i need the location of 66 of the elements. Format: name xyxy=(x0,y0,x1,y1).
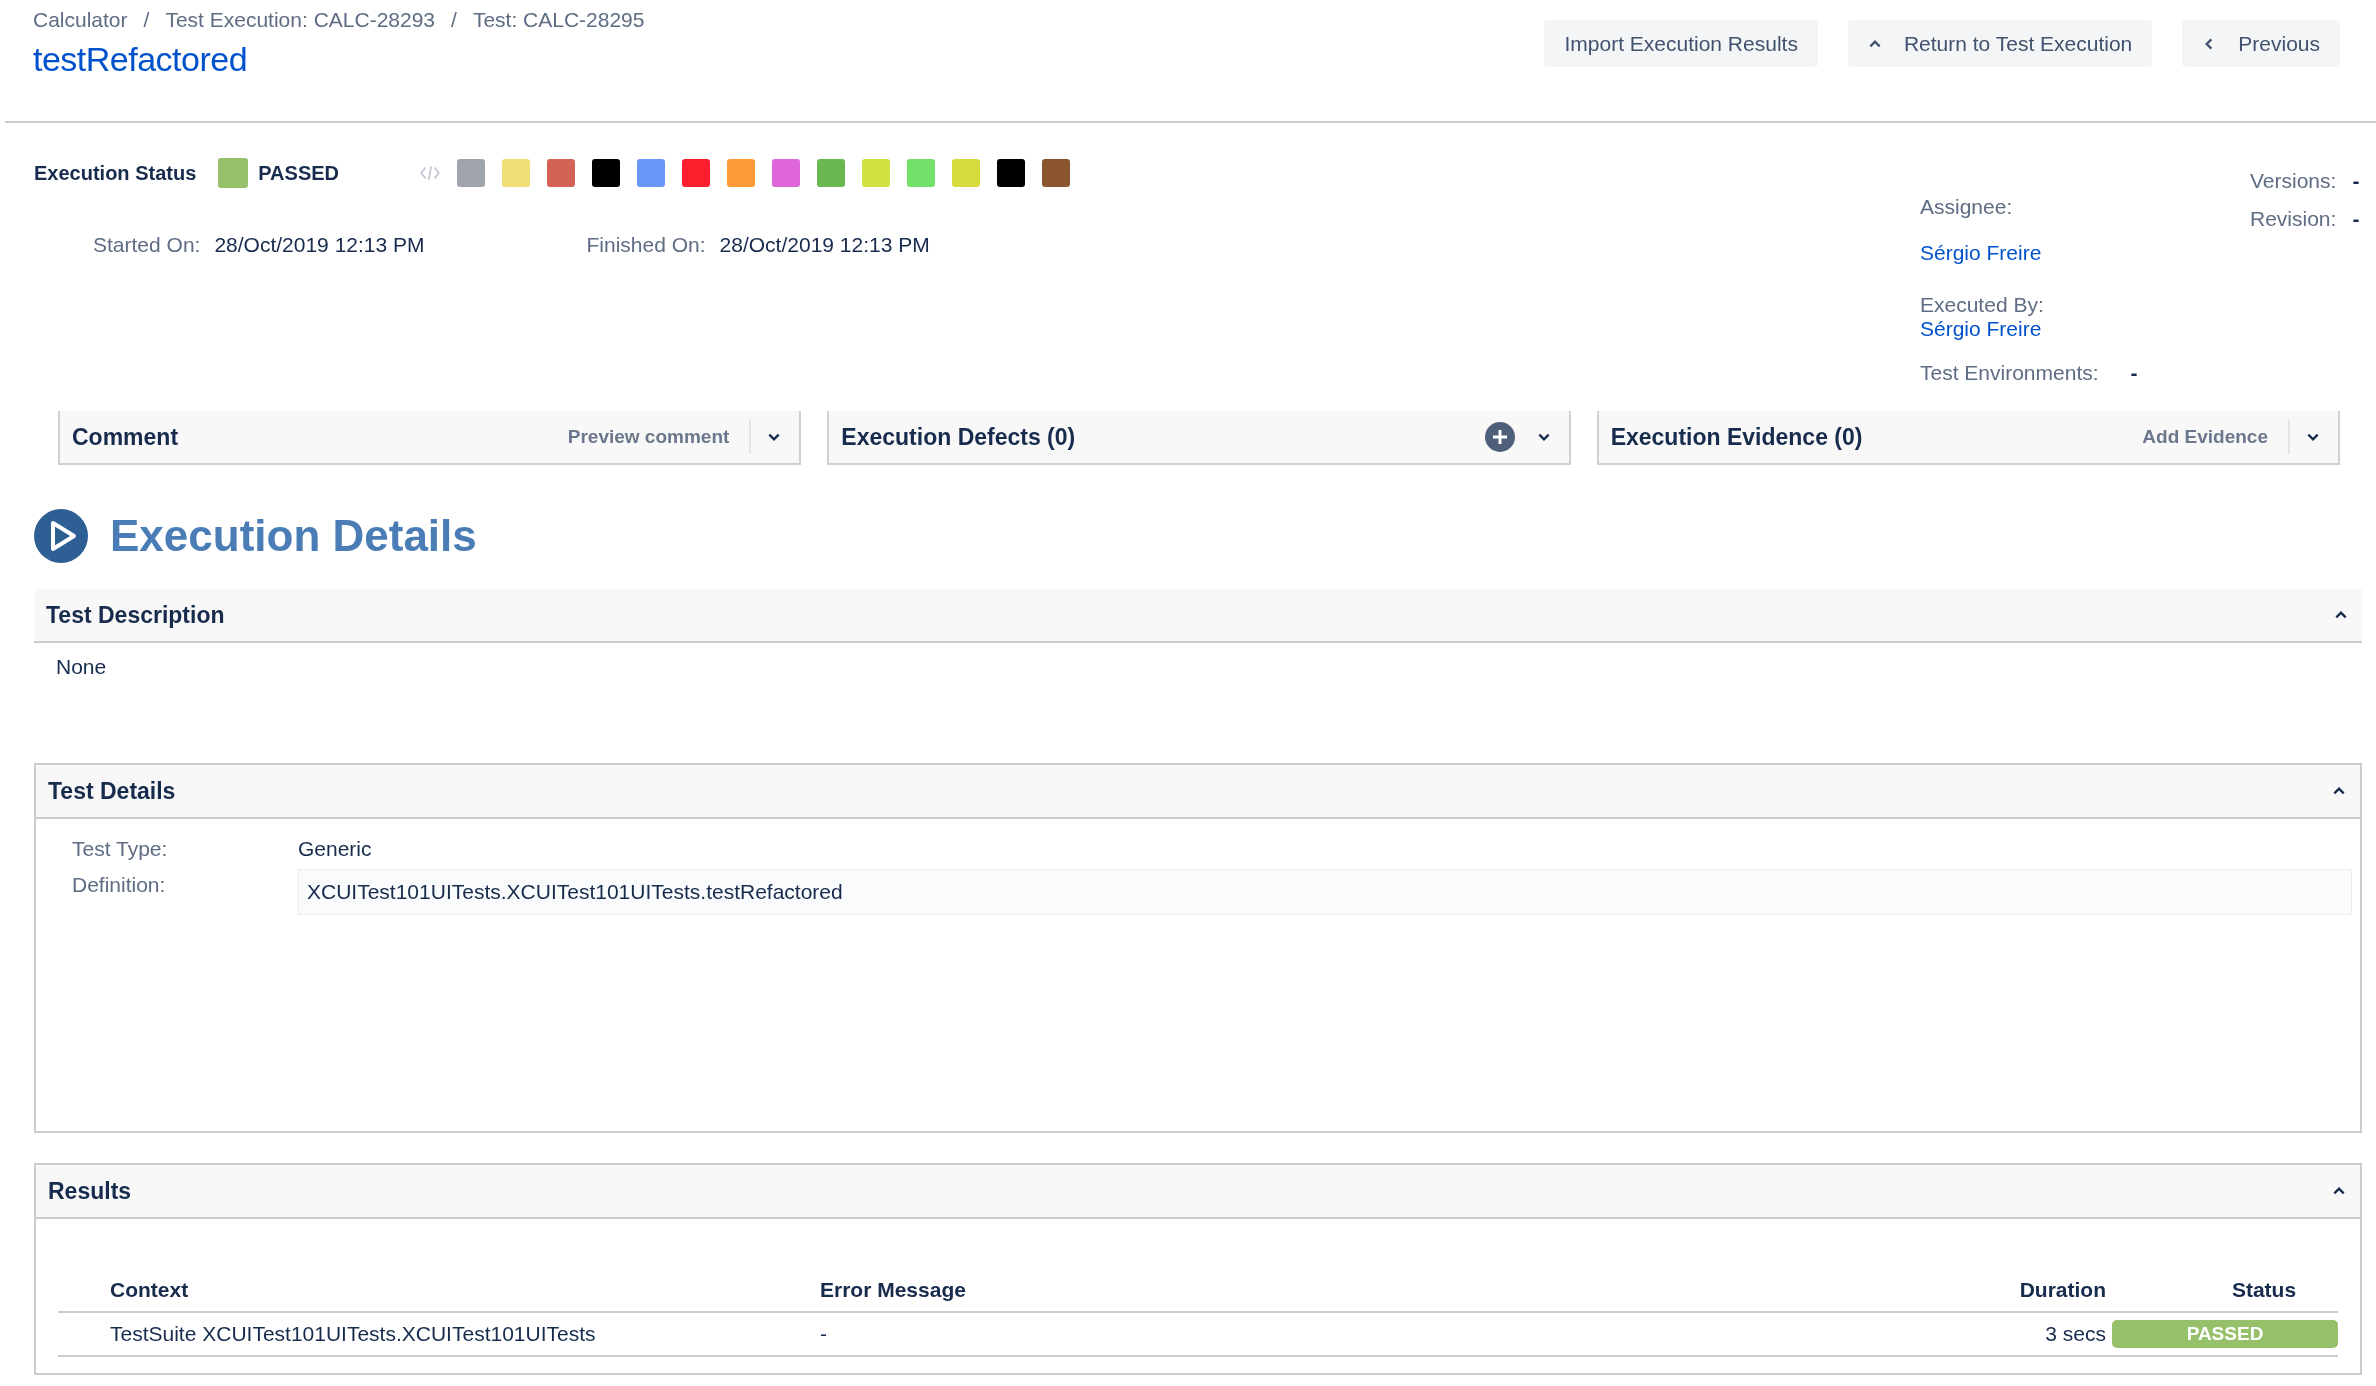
color-swatch[interactable] xyxy=(592,159,621,187)
executed-by-label: Executed By: xyxy=(1920,293,2045,317)
breadcrumb-separator: / xyxy=(451,8,457,32)
panel-action-link[interactable]: Preview comment xyxy=(567,426,730,448)
color-swatch[interactable] xyxy=(997,159,1026,187)
panel-title: Execution Defects (0) xyxy=(841,423,1077,451)
status-badge: PASSED xyxy=(2112,1320,2338,1348)
color-swatch[interactable] xyxy=(862,159,891,187)
color-swatch[interactable] xyxy=(637,159,666,187)
field-value: Generic xyxy=(298,836,372,861)
test-environments-label: Test Environments: xyxy=(1920,361,2099,385)
color-swatch[interactable] xyxy=(727,159,756,187)
section-header[interactable]: Test Details xyxy=(36,765,2360,819)
section-header-title: Results xyxy=(48,1177,133,1205)
execution-status-label: Execution Status xyxy=(34,161,197,185)
finished-value: 28/Oct/2019 12:13 PM xyxy=(719,233,930,257)
breadcrumb-separator: / xyxy=(143,8,150,32)
started-label: Started On: xyxy=(93,233,201,257)
color-swatch[interactable] xyxy=(457,159,486,187)
section-header[interactable]: Results xyxy=(36,1165,2360,1219)
header-button[interactable]: Previous xyxy=(2182,20,2340,67)
table-cell-text: TestSuite XCUITest101UITests.XCUITest101UITests xyxy=(109,1322,597,1346)
color-swatch[interactable] xyxy=(817,159,846,187)
table-cell-text: 3 secs xyxy=(2044,1322,2107,1346)
header-button[interactable]: Return to Test Execution xyxy=(1847,20,2153,67)
play-icon xyxy=(34,509,88,563)
versions-label: Versions: xyxy=(2250,169,2337,193)
breadcrumb-link[interactable]: Test Execution: CALC-28293 xyxy=(165,8,436,32)
field-label: Definition: xyxy=(72,872,167,897)
executed-by-link[interactable]: Sérgio Freire xyxy=(1920,317,2250,341)
add-icon[interactable] xyxy=(1484,422,1515,452)
column-header: Context xyxy=(109,1278,190,1302)
table-cell-text: - xyxy=(820,1322,828,1346)
started-value: 28/Oct/2019 12:13 PM xyxy=(214,233,425,257)
section-header-title: Test Details xyxy=(48,777,177,805)
color-swatch[interactable] xyxy=(772,159,801,187)
field-label: Test Type: xyxy=(72,836,169,861)
test-environments-value: - xyxy=(2130,361,2138,385)
color-swatch[interactable] xyxy=(682,159,711,187)
color-swatch[interactable] xyxy=(1042,159,1071,187)
assignee-link[interactable]: Sérgio Freire xyxy=(1920,241,2250,265)
revision-value: - xyxy=(2352,207,2360,231)
color-swatch[interactable] xyxy=(907,159,936,187)
column-header: Error Message xyxy=(820,1278,967,1302)
section-title: Execution Details xyxy=(110,511,477,561)
page-title: testRefactored xyxy=(33,40,249,79)
section-header-title: Test Description xyxy=(46,601,226,629)
breadcrumb-link[interactable]: Test: CALC-28295 xyxy=(472,8,645,32)
color-swatch[interactable] xyxy=(547,159,576,187)
breadcrumb-link[interactable]: Calculator xyxy=(33,8,128,32)
definition-field: XCUITest101UITests.XCUITest101UITests.testRefactored xyxy=(298,869,2352,915)
versions-value: - xyxy=(2352,169,2360,193)
panel-action-link[interactable]: Add Evidence xyxy=(2142,426,2268,448)
revision-label: Revision: xyxy=(2250,207,2337,231)
description-text: None xyxy=(56,655,107,678)
color-swatch[interactable] xyxy=(952,159,981,187)
finished-label: Finished On: xyxy=(586,233,706,257)
section-header[interactable]: Test Description xyxy=(34,589,2362,643)
panel-title: Comment xyxy=(72,423,180,451)
column-header: Status xyxy=(2230,1278,2298,1302)
column-header: Duration xyxy=(2018,1278,2107,1302)
header-button[interactable]: Import Execution Results xyxy=(1544,20,1818,67)
assignee-label: Assignee: xyxy=(1920,195,2014,219)
status-value: PASSED xyxy=(258,161,340,185)
color-swatch[interactable] xyxy=(502,159,531,187)
panel-title: Execution Evidence (0) xyxy=(1610,423,1864,451)
